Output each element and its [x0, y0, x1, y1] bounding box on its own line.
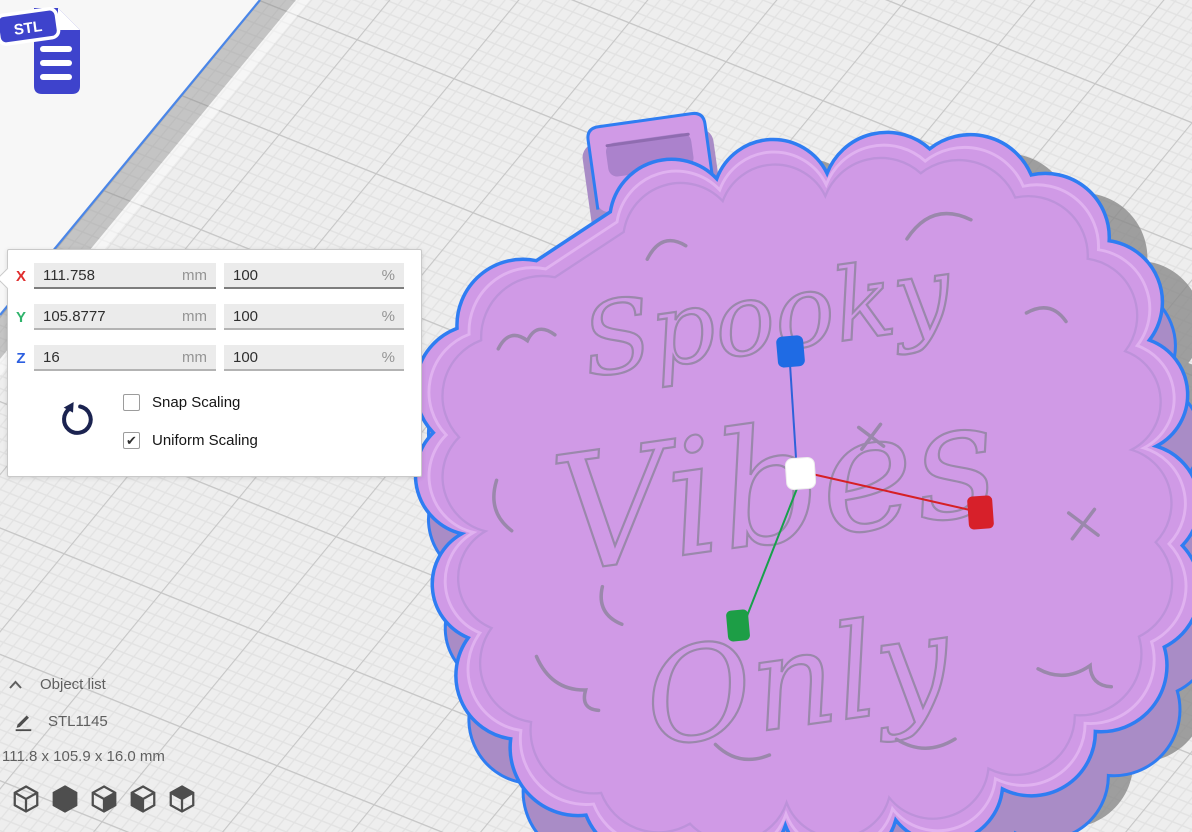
- scale-y-mm-input[interactable]: 105.8777 mm: [34, 304, 216, 330]
- handle-z[interactable]: [776, 335, 806, 368]
- axis-z-label: Z: [8, 350, 34, 367]
- scale-z-percent-input[interactable]: 100 %: [224, 345, 404, 371]
- scale-x-percent-input[interactable]: 100 %: [224, 263, 404, 289]
- chevron-up-icon: [8, 679, 23, 691]
- view-front-button[interactable]: [49, 784, 81, 816]
- scale-z-mm-input[interactable]: 16 mm: [34, 345, 216, 371]
- handle-center[interactable]: [785, 457, 816, 490]
- object-dimensions: 111.8 x 105.9 x 16.0 mm: [2, 748, 165, 765]
- axis-y-label: Y: [8, 309, 34, 326]
- stl-file-icon: STL: [0, 0, 92, 102]
- object-name: STL1145: [48, 713, 108, 730]
- uniform-scaling-checkbox[interactable]: ✔: [123, 432, 140, 449]
- scale-y-mm-unit: mm: [182, 308, 207, 325]
- cube-right-icon: [167, 784, 197, 814]
- scale-z-mm-unit: mm: [182, 349, 207, 366]
- cube-left-icon: [128, 784, 158, 814]
- camera-view-toolbar: [10, 784, 198, 816]
- object-list-panel: Object list STL1145 111.8 x 105.9 x 16.0…: [0, 676, 165, 765]
- uniform-scaling-label: Uniform Scaling: [152, 432, 258, 449]
- pencil-edit-icon: [12, 710, 34, 732]
- scale-x-percent-unit: %: [382, 267, 395, 284]
- view-left-button[interactable]: [127, 784, 159, 816]
- reset-ccw-arrow-icon: [56, 400, 96, 440]
- scale-y-percent-input[interactable]: 100 %: [224, 304, 404, 330]
- stl-badge: STL: [0, 8, 59, 45]
- scale-z-percent-value: 100: [233, 349, 258, 366]
- scale-x-percent-value: 100: [233, 267, 258, 284]
- scale-x-mm-value: 111.758: [43, 267, 95, 284]
- scale-y-percent-value: 100: [233, 308, 258, 325]
- scale-x-mm-input[interactable]: 111.758 mm: [34, 263, 216, 289]
- snap-scaling-checkbox-row[interactable]: Snap Scaling: [123, 394, 240, 411]
- scale-z-percent-unit: %: [382, 349, 395, 366]
- cube-3d-icon: [11, 784, 41, 814]
- scale-z-mm-value: 16: [43, 349, 60, 366]
- handle-y[interactable]: [726, 609, 751, 642]
- object-list-title: Object list: [40, 676, 106, 693]
- object-list-item[interactable]: STL1145: [12, 710, 165, 732]
- view-right-button[interactable]: [166, 784, 198, 816]
- snap-scaling-label: Snap Scaling: [152, 394, 240, 411]
- cube-top-icon: [89, 784, 119, 814]
- document-fold: [58, 8, 80, 30]
- scale-y-mm-value: 105.8777: [43, 308, 106, 325]
- reset-scale-button[interactable]: [56, 400, 96, 440]
- scale-x-mm-unit: mm: [182, 267, 207, 284]
- handle-x[interactable]: [967, 495, 994, 530]
- object-list-header[interactable]: Object list: [8, 676, 165, 693]
- scale-tool-panel: X 111.758 mm 100 % Y 105.8777 mm 100 % Z…: [7, 249, 422, 477]
- cube-front-icon: [50, 784, 80, 814]
- axis-x-label: X: [8, 268, 34, 285]
- view-top-button[interactable]: [88, 784, 120, 816]
- snap-scaling-checkbox[interactable]: [123, 394, 140, 411]
- view-3d-button[interactable]: [10, 784, 42, 816]
- uniform-scaling-checkbox-row[interactable]: ✔ Uniform Scaling: [123, 432, 258, 449]
- scale-y-percent-unit: %: [382, 308, 395, 325]
